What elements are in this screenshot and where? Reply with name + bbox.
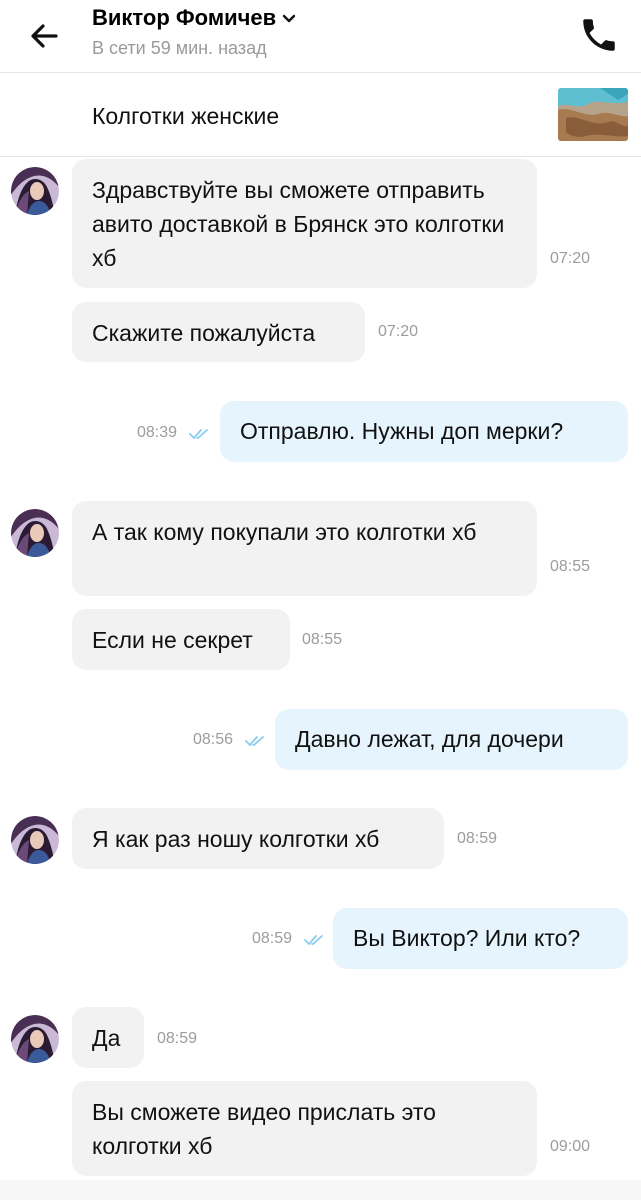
incoming-message[interactable]: А так кому покупали это колготки хб [72,501,537,596]
message-time: 08:59 [252,930,293,947]
message-text: Если не секрет [92,627,253,653]
listing-divider [0,156,641,157]
call-button[interactable] [578,14,620,56]
read-checkmarks-icon [304,933,326,947]
outgoing-message[interactable]: Вы Виктор? Или кто? [333,908,628,969]
incoming-message[interactable]: Скажите пожалуйста [72,302,365,362]
back-button[interactable] [24,16,68,56]
arrow-left-icon [31,24,58,48]
message-text: Да [92,1025,121,1051]
message-text: Скажите пожалуйста [92,320,316,346]
message-time: 08:55 [550,558,591,575]
read-checkmarks-icon [189,427,211,441]
message-time: 07:20 [550,250,591,267]
message-text: Вы Виктор? Или кто? [353,925,581,951]
incoming-message[interactable]: Я как раз ношу колготки хб [72,808,444,869]
message-text: Давно лежат, для дочери [295,726,564,752]
message-text: Отправлю. Нужны доп мерки? [240,418,564,444]
read-checkmarks-icon [245,734,267,748]
incoming-message[interactable]: Вы сможете видео прислать это колготки х… [72,1081,537,1176]
listing-thumbnail[interactable] [558,88,628,141]
message-time: 08:59 [157,1030,198,1047]
listing-title[interactable]: Колготки женские [92,103,279,130]
message-time: 07:20 [378,323,419,340]
sender-avatar[interactable] [11,1015,59,1063]
outgoing-message[interactable]: Давно лежат, для дочери [275,709,628,770]
header-divider [0,72,641,73]
chat-header: Виктор Фомичев В сети 59 мин. назад [0,0,641,72]
message-time: 08:59 [457,830,498,847]
incoming-message[interactable]: Здравствуйте вы сможете отправить авито … [72,159,537,288]
sender-avatar[interactable] [11,509,59,557]
online-status: В сети 59 мин. назад [92,38,267,58]
incoming-message[interactable]: Если не секрет [72,609,290,670]
chevron-down-icon [282,14,296,23]
message-text: Вы сможете видео прислать это колготки х… [92,1099,436,1159]
message-text: А так кому покупали это колготки хб [92,519,477,545]
message-time: 08:39 [137,424,178,441]
message-text: Я как раз ношу колготки хб [92,826,380,852]
message-text: Здравствуйте вы сможете отправить авито … [92,177,505,271]
sender-avatar[interactable] [11,167,59,215]
phone-icon [583,19,615,51]
message-time: 08:56 [193,731,234,748]
contact-name-dropdown[interactable]: Виктор Фомичев [92,5,296,31]
sender-avatar[interactable] [11,816,59,864]
input-area-edge [0,1180,641,1200]
message-time: 08:55 [302,631,343,648]
outgoing-message[interactable]: Отправлю. Нужны доп мерки? [220,401,628,462]
contact-name: Виктор Фомичев [92,5,277,30]
incoming-message[interactable]: Да [72,1007,144,1068]
message-time: 09:00 [550,1138,591,1155]
